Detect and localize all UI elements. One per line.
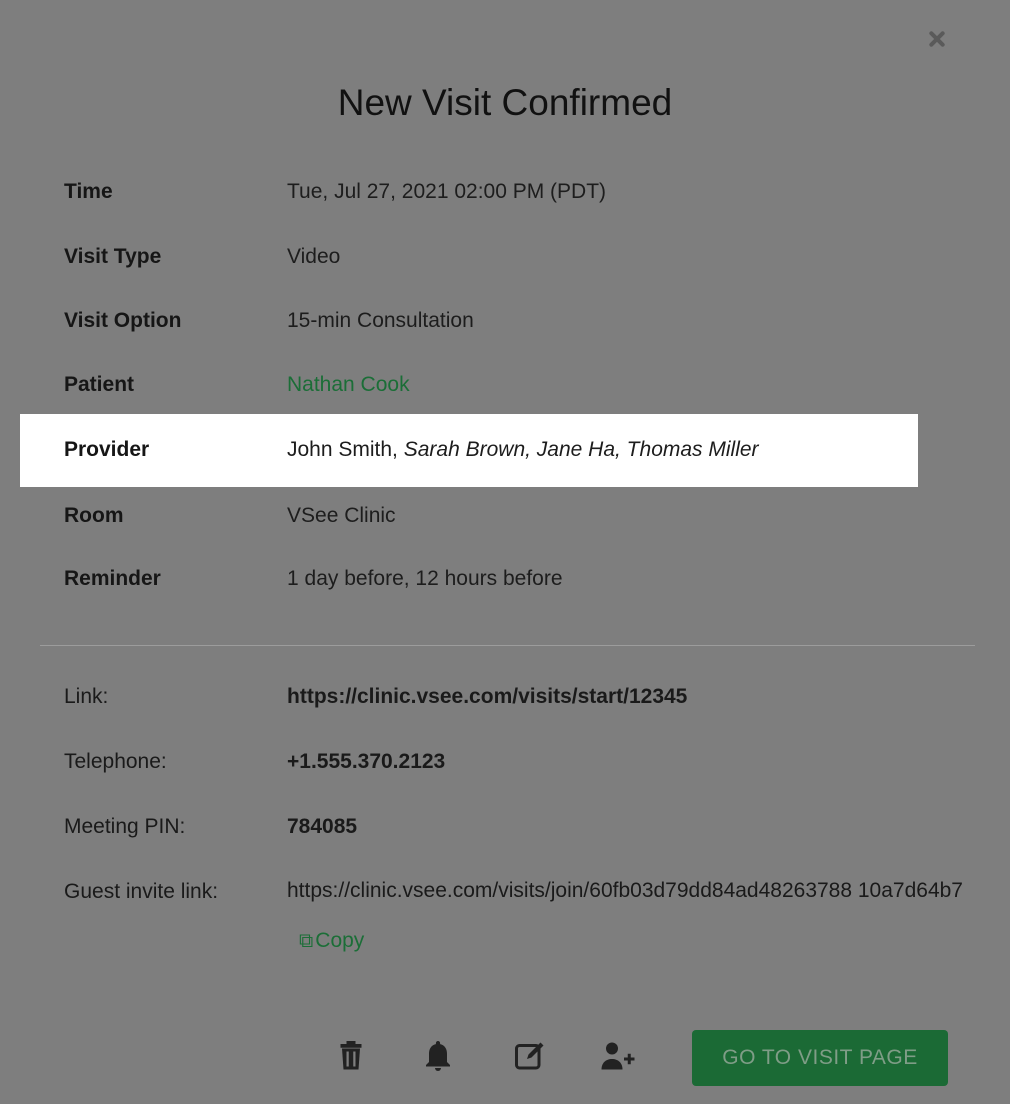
reminder-row: Reminder 1 day before, 12 hours before (0, 559, 1010, 599)
pin-value: 784085 (287, 815, 358, 838)
modal-title: New Visit Confirmed (337, 82, 673, 123)
provider-label: Provider (64, 438, 150, 461)
edit-icon[interactable] (512, 1038, 548, 1074)
reminder-value: 1 day before, 12 hours before (287, 567, 563, 590)
room-label: Room (64, 504, 124, 527)
copy-label: Copy (315, 929, 365, 952)
close-icon[interactable] (920, 22, 952, 54)
guest-label: Guest invite link: (64, 880, 219, 903)
action-bar: GO TO VISIT PAGE (0, 1030, 1010, 1090)
room-value: VSee Clinic (287, 504, 396, 527)
bell-icon[interactable] (420, 1038, 456, 1074)
visit-option-label: Visit Option (64, 309, 182, 332)
provider-value: John Smith, Sarah Brown, Jane Ha, Thomas… (287, 438, 759, 462)
provider-row: Provider John Smith, Sarah Brown, Jane H… (0, 430, 1010, 470)
trash-icon[interactable] (333, 1038, 369, 1074)
visit-start-link[interactable]: https://clinic.vsee.com/visits/start/123… (287, 685, 687, 709)
link-row: Link: https://clinic.vsee.com/visits/sta… (0, 677, 1010, 717)
guest-value-block: https://clinic.vsee.com/visits/join/60fb… (287, 866, 967, 966)
telephone-label: Telephone: (64, 750, 167, 773)
patient-label: Patient (64, 373, 135, 396)
provider-others: Sarah Brown, Jane Ha, Thomas Miller (403, 438, 759, 461)
room-row: Room VSee Clinic (0, 496, 1010, 536)
visit-type-value: Video (287, 245, 341, 268)
provider-primary: John Smith, (287, 438, 398, 461)
time-value: Tue, Jul 27, 2021 02:00 PM (PDT) (287, 180, 607, 203)
copy-icon: ⧉ (299, 930, 314, 952)
go-to-visit-page-button[interactable]: GO TO VISIT PAGE (692, 1030, 948, 1086)
link-label: Link: (64, 685, 109, 708)
patient-link[interactable]: Nathan Cook (287, 373, 410, 397)
pin-label: Meeting PIN: (64, 815, 186, 838)
guest-row: Guest invite link: https://clinic.vsee.c… (0, 872, 1010, 972)
guest-invite-link: https://clinic.vsee.com/visits/join/60fb… (287, 879, 963, 902)
section-divider (40, 645, 975, 646)
visit-option-row: Visit Option 15-min Consultation (0, 301, 1010, 341)
visit-confirmed-modal: New Visit Confirmed Time Tue, Jul 27, 20… (0, 0, 1010, 1104)
visit-type-label: Visit Type (64, 245, 162, 268)
telephone-value: +1.555.370.2123 (287, 750, 446, 773)
visit-option-value: 15-min Consultation (287, 309, 474, 332)
patient-row: Patient Nathan Cook (0, 365, 1010, 405)
time-label: Time (64, 180, 113, 203)
copy-button[interactable]: ⧉Copy (299, 929, 364, 952)
add-user-icon[interactable] (600, 1038, 636, 1074)
time-row: Time Tue, Jul 27, 2021 02:00 PM (PDT) (0, 172, 1010, 212)
pin-row: Meeting PIN: 784085 (0, 807, 1010, 847)
telephone-row: Telephone: +1.555.370.2123 (0, 742, 1010, 782)
reminder-label: Reminder (64, 567, 161, 590)
visit-type-row: Visit Type Video (0, 237, 1010, 277)
